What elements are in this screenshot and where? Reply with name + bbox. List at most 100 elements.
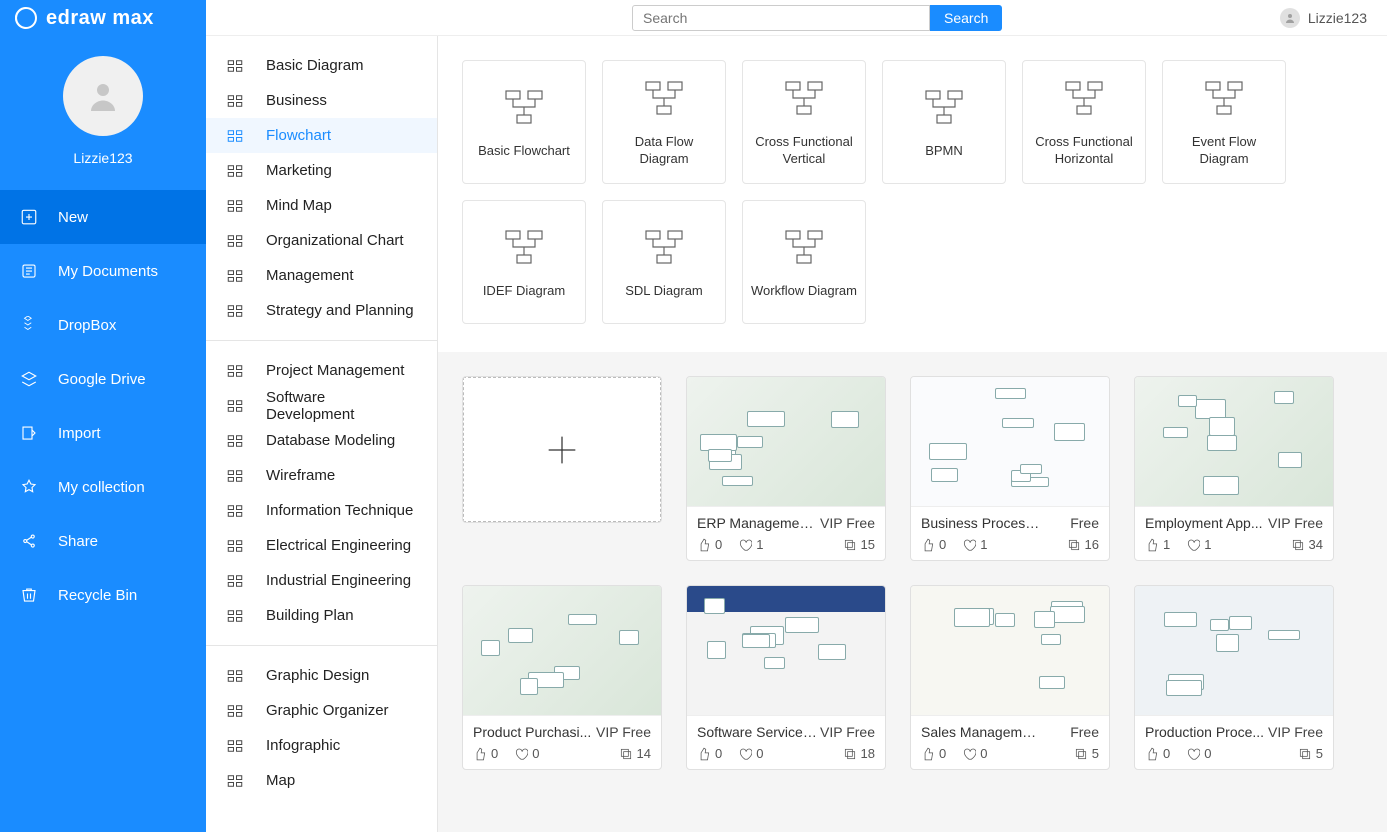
nav-item-recycle-bin[interactable]: Recycle Bin: [0, 568, 206, 622]
nav-item-my-documents[interactable]: My Documents: [0, 244, 206, 298]
diagram-type-workflow-diagram[interactable]: Workflow Diagram: [742, 200, 866, 324]
category-building-plan[interactable]: Building Plan: [206, 598, 437, 633]
diagram-type-data-flow-diagram[interactable]: Data Flow Diagram: [602, 60, 726, 184]
diagram-type-cross-functional-horizontal[interactable]: Cross Functional Horizontal: [1022, 60, 1146, 184]
category-management[interactable]: Management: [206, 258, 437, 293]
search-button[interactable]: Search: [930, 5, 1002, 31]
category-basic-diagram[interactable]: Basic Diagram: [206, 48, 437, 83]
category-label: Wireframe: [266, 467, 335, 484]
template-card[interactable]: Employment App... VIP Free 1 1 34: [1134, 376, 1334, 561]
nav-item-dropbox[interactable]: DropBox: [0, 298, 206, 352]
search-input[interactable]: [632, 5, 930, 31]
template-card[interactable]: Sales Management C...Free005: [910, 585, 1110, 770]
category-icon: [226, 57, 244, 75]
diagram-type-icon: [1200, 76, 1248, 124]
diagram-type-icon: [920, 85, 968, 133]
category-graphic-design[interactable]: Graphic Design: [206, 658, 437, 693]
fav-count[interactable]: 0: [962, 746, 987, 761]
template-price: Free: [1070, 515, 1099, 531]
category-business[interactable]: Business: [206, 83, 437, 118]
like-count[interactable]: 0: [921, 746, 946, 761]
copy-count[interactable]: 5: [1074, 746, 1099, 761]
copy-count[interactable]: 5: [1298, 746, 1323, 761]
template-new-blank[interactable]: [462, 376, 662, 523]
template-price: VIP Free: [1268, 515, 1323, 531]
diagram-type-label: Basic Flowchart: [478, 143, 570, 160]
category-database-modeling[interactable]: Database Modeling: [206, 423, 437, 458]
diagram-type-idef-diagram[interactable]: IDEF Diagram: [462, 200, 586, 324]
category-marketing[interactable]: Marketing: [206, 153, 437, 188]
template-card[interactable]: Production Proce...VIP Free005: [1134, 585, 1334, 770]
nav-item-share[interactable]: Share: [0, 514, 206, 568]
category-icon: [226, 267, 244, 285]
template-info: Sales Management C...Free005: [911, 716, 1109, 769]
template-thumbnail: [1135, 586, 1333, 716]
fav-count[interactable]: 0: [738, 746, 763, 761]
diagram-type-basic-flowchart[interactable]: Basic Flowchart: [462, 60, 586, 184]
category-mind-map[interactable]: Mind Map: [206, 188, 437, 223]
nav-icon: [20, 424, 38, 442]
like-count[interactable]: 0: [697, 537, 722, 552]
fav-count[interactable]: 1: [1186, 537, 1211, 552]
diagram-type-bpmn[interactable]: BPMN: [882, 60, 1006, 184]
category-software-development[interactable]: Software Development: [206, 388, 437, 423]
category-infographic[interactable]: Infographic: [206, 728, 437, 763]
nav-item-import[interactable]: Import: [0, 406, 206, 460]
copy-count[interactable]: 34: [1291, 537, 1323, 552]
fav-count[interactable]: 0: [1186, 746, 1211, 761]
diagram-type-label: BPMN: [925, 143, 963, 160]
diagram-type-sdl-diagram[interactable]: SDL Diagram: [602, 200, 726, 324]
category-icon: [226, 667, 244, 685]
nav-item-google-drive[interactable]: Google Drive: [0, 352, 206, 406]
like-count[interactable]: 1: [1145, 537, 1170, 552]
category-icon: [226, 607, 244, 625]
category-label: Business: [266, 92, 327, 109]
template-thumbnail: [911, 377, 1109, 507]
sidebar-categories: Basic DiagramBusinessFlowchartMarketingM…: [206, 0, 438, 832]
diagram-type-cross-functional-vertical[interactable]: Cross Functional Vertical: [742, 60, 866, 184]
template-info: Product Purchasi...VIP Free0014: [463, 716, 661, 769]
nav-label: My Documents: [58, 263, 158, 280]
copy-count[interactable]: 16: [1067, 537, 1099, 552]
copy-count[interactable]: 18: [843, 746, 875, 761]
diagram-type-label: Cross Functional Horizontal: [1031, 134, 1137, 168]
plus-icon: [463, 377, 661, 522]
like-count[interactable]: 0: [1145, 746, 1170, 761]
like-count[interactable]: 0: [921, 537, 946, 552]
copy-count[interactable]: 14: [619, 746, 651, 761]
template-card[interactable]: Product Purchasi...VIP Free0014: [462, 585, 662, 770]
template-card[interactable]: Software Service ...VIP Free0018: [686, 585, 886, 770]
category-label: Map: [266, 772, 295, 789]
template-thumbnail: [1135, 377, 1333, 507]
category-label: Information Technique: [266, 502, 413, 519]
diagram-type-label: SDL Diagram: [625, 283, 703, 300]
template-thumbnail: [463, 586, 661, 716]
category-label: Graphic Design: [266, 667, 369, 684]
category-flowchart[interactable]: Flowchart: [206, 118, 437, 153]
category-icon: [226, 502, 244, 520]
template-card[interactable]: ERP Managemen...VIP Free0115: [686, 376, 886, 561]
template-title: Sales Management C...: [921, 724, 1041, 740]
category-map[interactable]: Map: [206, 763, 437, 798]
like-count[interactable]: 0: [473, 746, 498, 761]
nav-item-new[interactable]: New: [0, 190, 206, 244]
category-organizational-chart[interactable]: Organizational Chart: [206, 223, 437, 258]
fav-count[interactable]: 1: [962, 537, 987, 552]
template-card[interactable]: Business Process Mo...Free0116: [910, 376, 1110, 561]
template-title: Employment App...: [1145, 515, 1263, 531]
category-information-technique[interactable]: Information Technique: [206, 493, 437, 528]
avatar[interactable]: [63, 56, 143, 136]
nav-item-my-collection[interactable]: My collection: [0, 460, 206, 514]
copy-count[interactable]: 15: [843, 537, 875, 552]
category-industrial-engineering[interactable]: Industrial Engineering: [206, 563, 437, 598]
diagram-type-event-flow-diagram[interactable]: Event Flow Diagram: [1162, 60, 1286, 184]
fav-count[interactable]: 1: [738, 537, 763, 552]
category-project-management[interactable]: Project Management: [206, 353, 437, 388]
fav-count[interactable]: 0: [514, 746, 539, 761]
category-electrical-engineering[interactable]: Electrical Engineering: [206, 528, 437, 563]
category-strategy-and-planning[interactable]: Strategy and Planning: [206, 293, 437, 328]
like-count[interactable]: 0: [697, 746, 722, 761]
category-wireframe[interactable]: Wireframe: [206, 458, 437, 493]
header-user[interactable]: Lizzie123: [1280, 8, 1367, 28]
category-graphic-organizer[interactable]: Graphic Organizer: [206, 693, 437, 728]
